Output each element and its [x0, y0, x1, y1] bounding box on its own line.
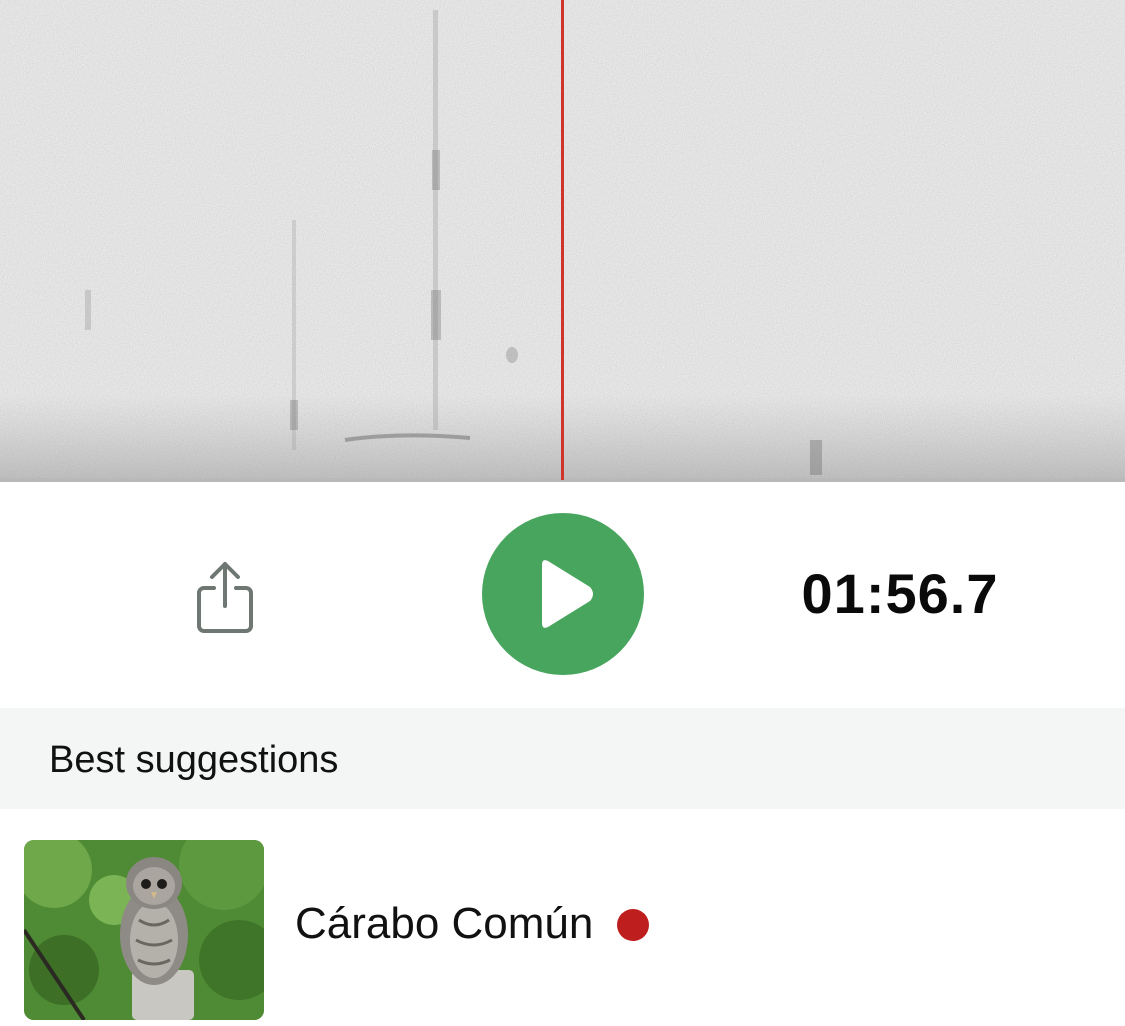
- spectrogram[interactable]: [0, 0, 1125, 482]
- species-name: Cárabo Común: [295, 899, 594, 948]
- share-button[interactable]: [190, 558, 260, 638]
- status-dot: [617, 909, 649, 941]
- list-item[interactable]: Cárabo Común: [0, 809, 1125, 1026]
- play-icon: [542, 560, 593, 628]
- species-thumbnail: [24, 840, 264, 1020]
- sound-id-screen: 01:56.7 Best suggestions Cárabo Común: [0, 0, 1125, 1026]
- playhead[interactable]: [561, 0, 564, 480]
- section-header: Best suggestions: [0, 708, 1125, 809]
- player-controls: 01:56.7: [0, 482, 1125, 708]
- section-title: Best suggestions: [49, 739, 339, 781]
- share-icon: [197, 562, 253, 633]
- owl-photo: [24, 840, 264, 1020]
- playback-time: 01:56.7: [801, 562, 999, 625]
- play-button[interactable]: [482, 513, 644, 675]
